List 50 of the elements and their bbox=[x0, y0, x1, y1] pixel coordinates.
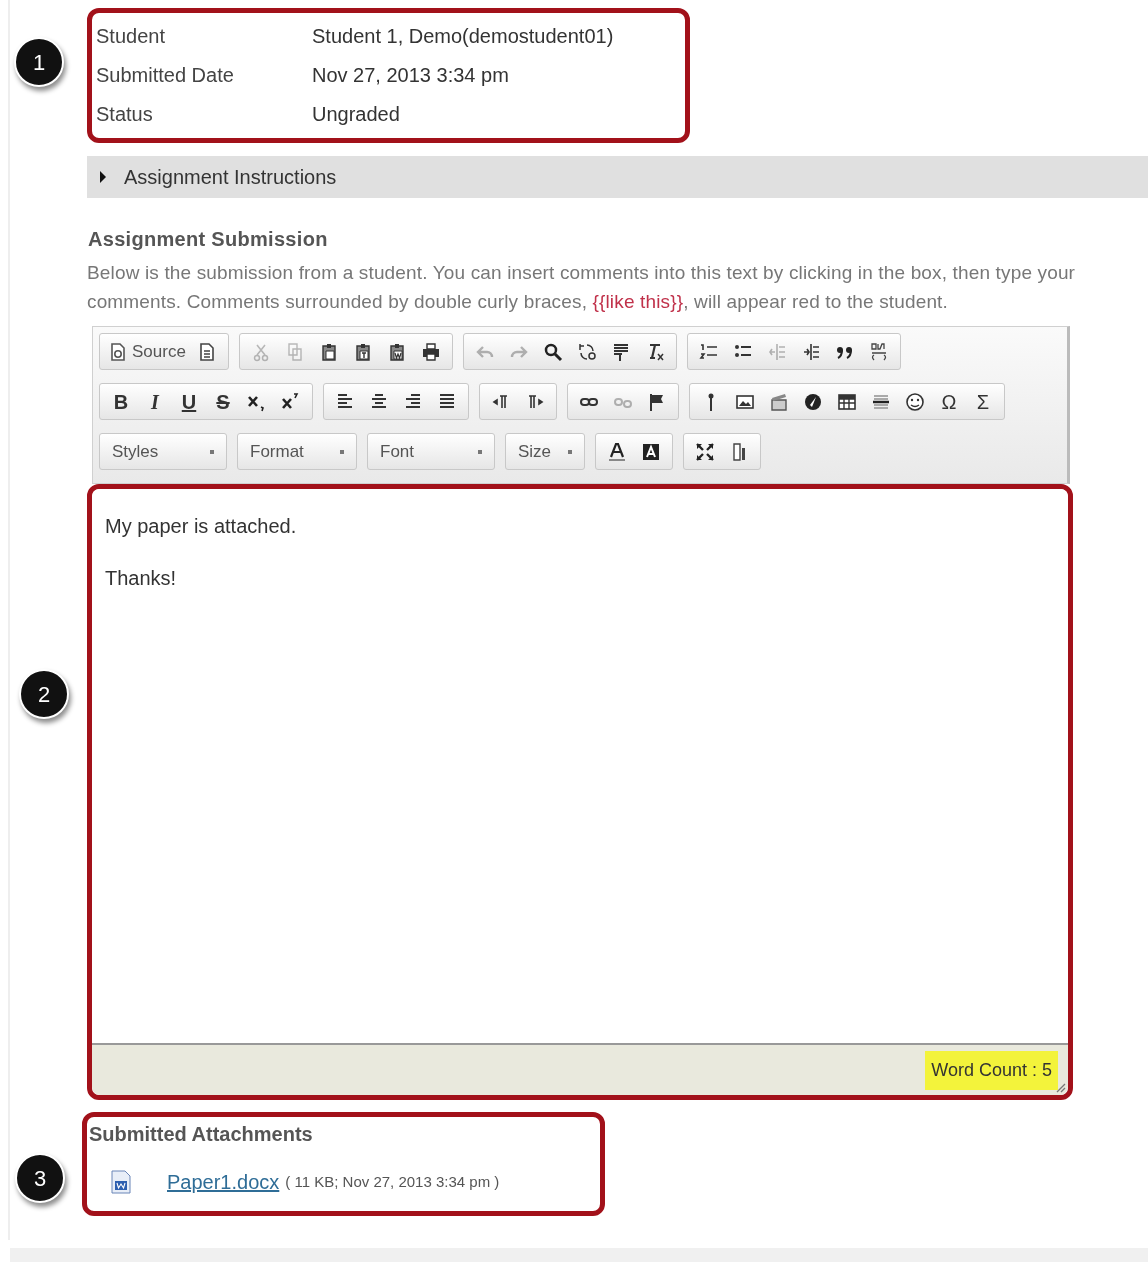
replace-icon bbox=[576, 341, 597, 362]
div-icon bbox=[868, 341, 889, 362]
resize-grip-icon[interactable] bbox=[1054, 1081, 1066, 1093]
field-value: Student 1, Demo(demostudent01) bbox=[312, 24, 614, 49]
field-label: Status bbox=[96, 102, 154, 127]
file-details: ( 11 KB; Nov 27, 2013 3:34 pm ) bbox=[285, 1171, 500, 1192]
text-style-button[interactable]: S bbox=[206, 384, 240, 419]
callout-marker: 1 bbox=[14, 37, 64, 87]
caret-icon bbox=[340, 449, 344, 454]
text-style-button[interactable]: I bbox=[138, 384, 172, 419]
page-icon bbox=[108, 341, 128, 362]
printer-icon bbox=[420, 341, 441, 362]
dropdown-button[interactable]: Styles bbox=[104, 434, 222, 469]
compass-icon bbox=[803, 391, 823, 412]
file-link[interactable]: Paper1.docx bbox=[167, 1167, 280, 1197]
field-value: Ungraded bbox=[312, 102, 400, 127]
word-count: Word Count : 5 bbox=[925, 1050, 1058, 1090]
source-button[interactable]: Source bbox=[104, 334, 190, 369]
caret-icon bbox=[478, 449, 482, 454]
numbered-list-icon bbox=[698, 341, 719, 362]
background-color-icon bbox=[641, 441, 661, 462]
smiley-icon bbox=[905, 391, 925, 412]
outdent-icon bbox=[766, 341, 787, 362]
symbol-button[interactable]: Σ bbox=[966, 384, 1000, 419]
document-icon bbox=[111, 1170, 131, 1194]
dropdown-button[interactable]: Font bbox=[372, 434, 490, 469]
text-style-button[interactable]: U bbox=[172, 384, 206, 419]
text-color-icon bbox=[607, 441, 627, 462]
field-label: Student bbox=[96, 24, 166, 49]
film-icon bbox=[769, 391, 789, 412]
maximize-icon bbox=[695, 441, 715, 462]
table-icon bbox=[837, 391, 857, 412]
dropdown-button[interactable]: Format bbox=[242, 434, 352, 469]
callout-marker: 3 bbox=[15, 1153, 65, 1203]
symbol-button[interactable]: Ω bbox=[932, 384, 966, 419]
body-text: Thanks! bbox=[105, 566, 178, 591]
callout-marker: 2 bbox=[19, 669, 69, 719]
body-text: My paper is attached. bbox=[105, 514, 298, 539]
toggle-label: Assignment Instructions bbox=[124, 165, 337, 190]
field-value: Nov 27, 2013 3:34 pm bbox=[312, 63, 509, 88]
caret-icon bbox=[210, 449, 214, 454]
dropdown-button[interactable]: Size bbox=[510, 434, 580, 469]
section-heading: Assignment Submission bbox=[88, 227, 329, 252]
instructions-toggle[interactable]: Assignment Instructions bbox=[87, 156, 1148, 198]
text-style-button[interactable]: B bbox=[104, 384, 138, 419]
section-heading: Submitted Attachments bbox=[89, 1122, 314, 1147]
caret-icon bbox=[568, 449, 572, 454]
help-text: Below is the submission from a student. You can insert comments into this text by clicking in the box, then type your comments. Comments surrounded by double curly braces, {{like this}}, will appear red to the student. bbox=[87, 261, 1077, 314]
field-label: Submitted Date bbox=[96, 63, 235, 88]
search-icon bbox=[542, 341, 563, 362]
